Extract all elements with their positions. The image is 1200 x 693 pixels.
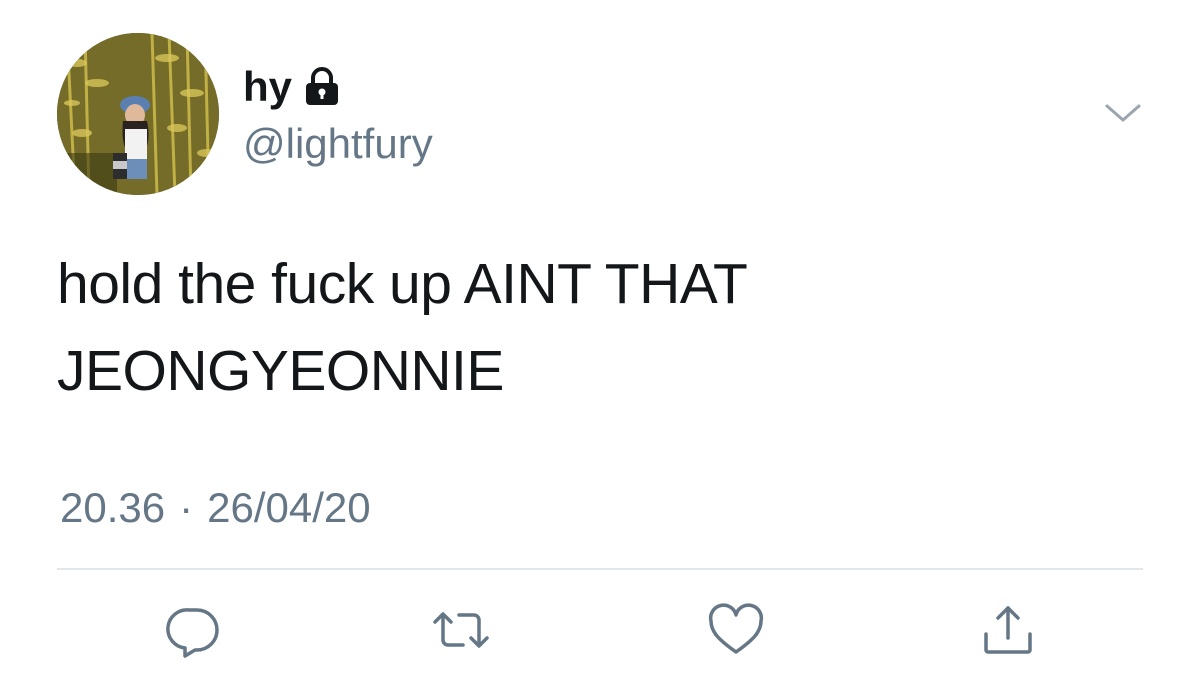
user-name-row: hy — [243, 62, 340, 112]
reply-icon — [166, 608, 219, 658]
tweet-text-line-2: JEONGYEONNIE — [57, 339, 504, 403]
tweet-detail: hy @lightfury hold the fuck up AINT THAT… — [0, 0, 1200, 693]
share-icon — [984, 606, 1032, 654]
tweet-date: 26/04/20 — [207, 484, 371, 531]
tweet-text: hold the fuck up AINT THAT JEONGYEONNIE — [57, 241, 1147, 415]
reply-button[interactable] — [163, 600, 223, 660]
chevron-down-icon[interactable] — [1103, 98, 1143, 128]
retweet-button[interactable] — [431, 600, 491, 660]
share-button[interactable] — [978, 600, 1038, 660]
display-name[interactable]: hy — [243, 62, 292, 112]
like-button[interactable] — [706, 600, 766, 660]
retweet-icon — [433, 612, 489, 648]
lock-icon — [304, 67, 340, 107]
tweet-timestamp[interactable]: 20.36 · 26/04/20 — [60, 483, 371, 533]
avatar[interactable] — [57, 33, 219, 195]
meta-separator: · — [179, 484, 194, 531]
heart-icon — [708, 603, 764, 654]
avatar-photo — [57, 33, 219, 195]
tweet-text-line-1: hold the fuck up AINT THAT — [57, 252, 748, 316]
tweet-time: 20.36 — [60, 484, 166, 531]
divider — [57, 568, 1143, 570]
user-handle[interactable]: @lightfury — [243, 119, 433, 169]
